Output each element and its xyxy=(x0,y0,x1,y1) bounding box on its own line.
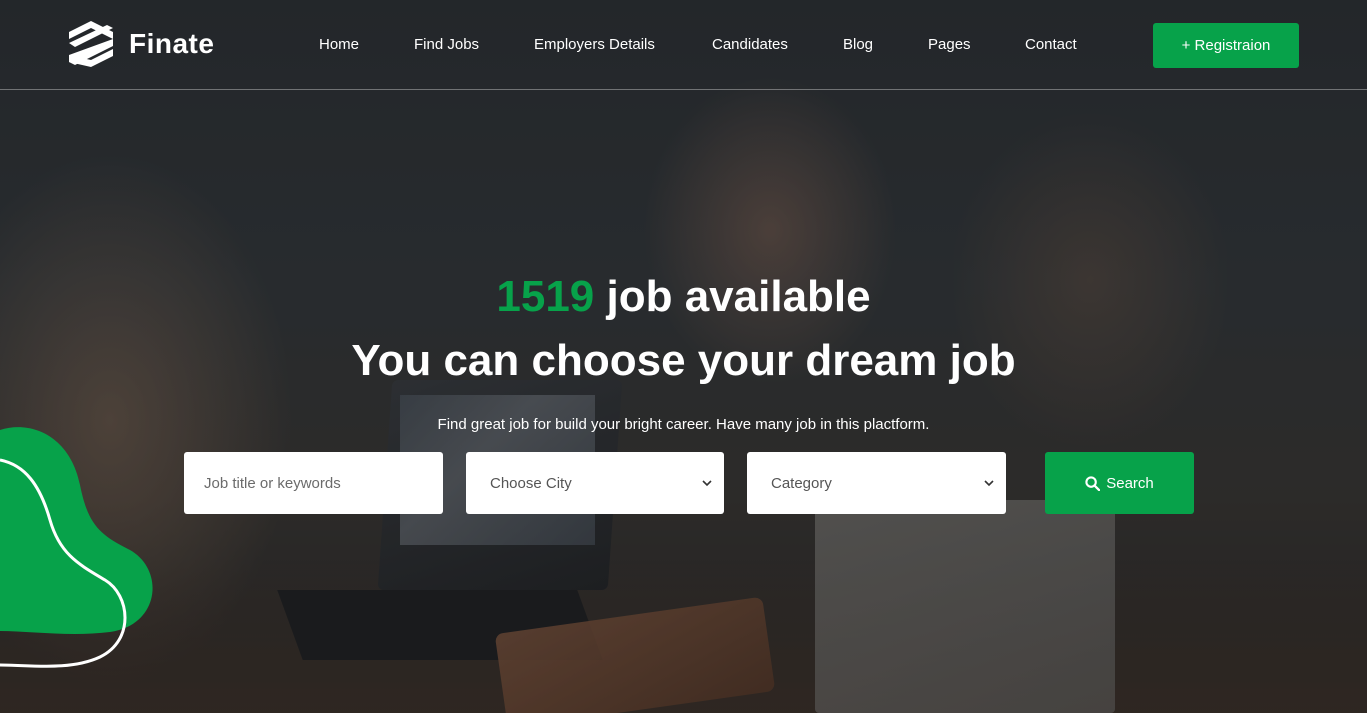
city-select-value: Choose City xyxy=(490,474,572,492)
category-select-value: Category xyxy=(771,474,832,492)
decorative-blob xyxy=(0,427,153,668)
nav-contact[interactable]: Contact xyxy=(1025,36,1077,53)
nav-pages[interactable]: Pages xyxy=(928,36,971,53)
page: Finate Home Find Jobs Employers Details … xyxy=(0,0,1367,713)
chevron-down-icon xyxy=(702,480,712,487)
hero-title: 1519 job available xyxy=(0,272,1367,322)
category-select[interactable]: Category xyxy=(747,452,1006,514)
nav-candidates[interactable]: Candidates xyxy=(712,36,788,53)
nav-find-jobs[interactable]: Find Jobs xyxy=(414,36,479,53)
city-select[interactable]: Choose City xyxy=(466,452,724,514)
search-icon xyxy=(1085,475,1101,491)
search-button[interactable]: Search xyxy=(1045,452,1194,514)
search-button-label: Search xyxy=(1106,474,1154,492)
hero-headline: You can choose your dream job xyxy=(351,336,1016,385)
site-header: Finate Home Find Jobs Employers Details … xyxy=(0,0,1367,90)
nav-employers-details[interactable]: Employers Details xyxy=(534,36,655,53)
finate-logo-icon xyxy=(69,21,113,67)
registration-button[interactable]: + Registraion xyxy=(1153,23,1299,68)
brand-logo[interactable]: Finate xyxy=(67,19,214,69)
job-count: 1519 xyxy=(496,272,595,321)
keyword-input[interactable] xyxy=(184,452,443,514)
job-available-label: job available xyxy=(606,272,871,321)
brand-name: Finate xyxy=(129,28,215,59)
nav-home[interactable]: Home xyxy=(319,36,359,53)
keyword-field xyxy=(184,452,443,514)
chevron-down-icon xyxy=(984,480,994,487)
hero-subtitle: Find great job for build your bright car… xyxy=(437,416,930,433)
nav-blog[interactable]: Blog xyxy=(843,36,873,53)
